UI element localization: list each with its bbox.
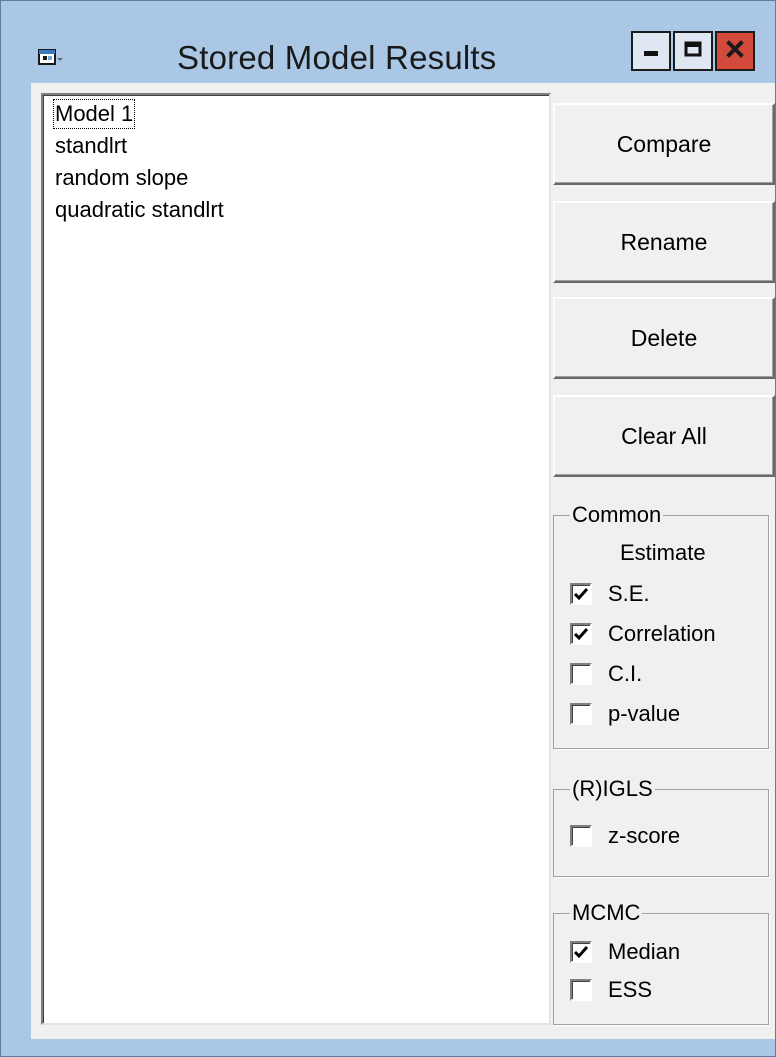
ess-checkbox[interactable] — [570, 979, 592, 1001]
ci-checkbox[interactable] — [570, 663, 592, 685]
z-score-checkbox[interactable] — [570, 825, 592, 847]
se-checkbox[interactable] — [570, 583, 592, 605]
se-checkbox-row[interactable]: S.E. — [570, 578, 650, 610]
stored-models-listbox[interactable]: Model 1 standlrt random slope quadratic … — [41, 93, 551, 1025]
stored-model-results-window: Stored Model Results Model 1 standlrt ra… — [0, 0, 776, 1057]
rigls-group-label: (R)IGLS — [570, 776, 655, 802]
list-item-quadratic-standlrt[interactable]: quadratic standlrt — [53, 195, 226, 225]
ci-checkbox-label: C.I. — [608, 661, 643, 686]
minimize-icon — [640, 38, 662, 65]
ess-checkbox-label: ESS — [608, 977, 653, 1002]
correlation-checkbox-label: Correlation — [608, 621, 716, 646]
dialog-client-area: Model 1 standlrt random slope quadratic … — [31, 83, 775, 1039]
maximize-button[interactable] — [673, 31, 713, 71]
correlation-checkbox[interactable] — [570, 623, 592, 645]
clear-all-button[interactable]: Clear All — [553, 395, 775, 477]
z-score-checkbox-row[interactable]: z-score — [570, 820, 680, 852]
close-button[interactable] — [715, 31, 755, 71]
rigls-group: (R)IGLS z-score — [553, 776, 769, 877]
median-checkbox[interactable] — [570, 941, 592, 963]
p-value-checkbox-row[interactable]: p-value — [570, 698, 680, 730]
checkmark-icon — [573, 588, 589, 601]
ci-checkbox-row[interactable]: C.I. — [570, 658, 642, 690]
common-group-label: Common — [570, 502, 664, 528]
list-item-random-slope[interactable]: random slope — [53, 163, 190, 193]
median-checkbox-label: Median — [608, 939, 681, 964]
median-checkbox-row[interactable]: Median — [570, 936, 680, 968]
common-group: Common Estimate S.E. Correlation C.I. p-… — [553, 502, 769, 749]
correlation-checkbox-row[interactable]: Correlation — [570, 618, 716, 650]
mcmc-group-label: MCMC — [570, 900, 643, 926]
minimize-button[interactable] — [631, 31, 671, 71]
p-value-checkbox-label: p-value — [608, 701, 681, 726]
compare-button[interactable]: Compare — [553, 103, 775, 185]
estimate-label: Estimate — [620, 540, 706, 565]
close-icon — [724, 38, 746, 65]
se-checkbox-label: S.E. — [608, 581, 650, 606]
window-title: Stored Model Results — [177, 39, 497, 76]
delete-button[interactable]: Delete — [553, 297, 775, 379]
z-score-checkbox-label: z-score — [608, 823, 681, 848]
rename-button[interactable]: Rename — [553, 201, 775, 283]
maximize-icon — [682, 38, 704, 65]
list-item-model-1[interactable]: Model 1 — [53, 99, 136, 129]
mcmc-group: MCMC Median ESS — [553, 900, 769, 1025]
window-app-icon[interactable] — [37, 45, 67, 71]
p-value-checkbox[interactable] — [570, 703, 592, 725]
checkmark-icon — [573, 946, 589, 959]
ess-checkbox-row[interactable]: ESS — [570, 974, 652, 1006]
title-bar[interactable]: Stored Model Results — [1, 1, 775, 83]
list-item-standlrt[interactable]: standlrt — [53, 131, 129, 161]
checkmark-icon — [573, 628, 589, 641]
